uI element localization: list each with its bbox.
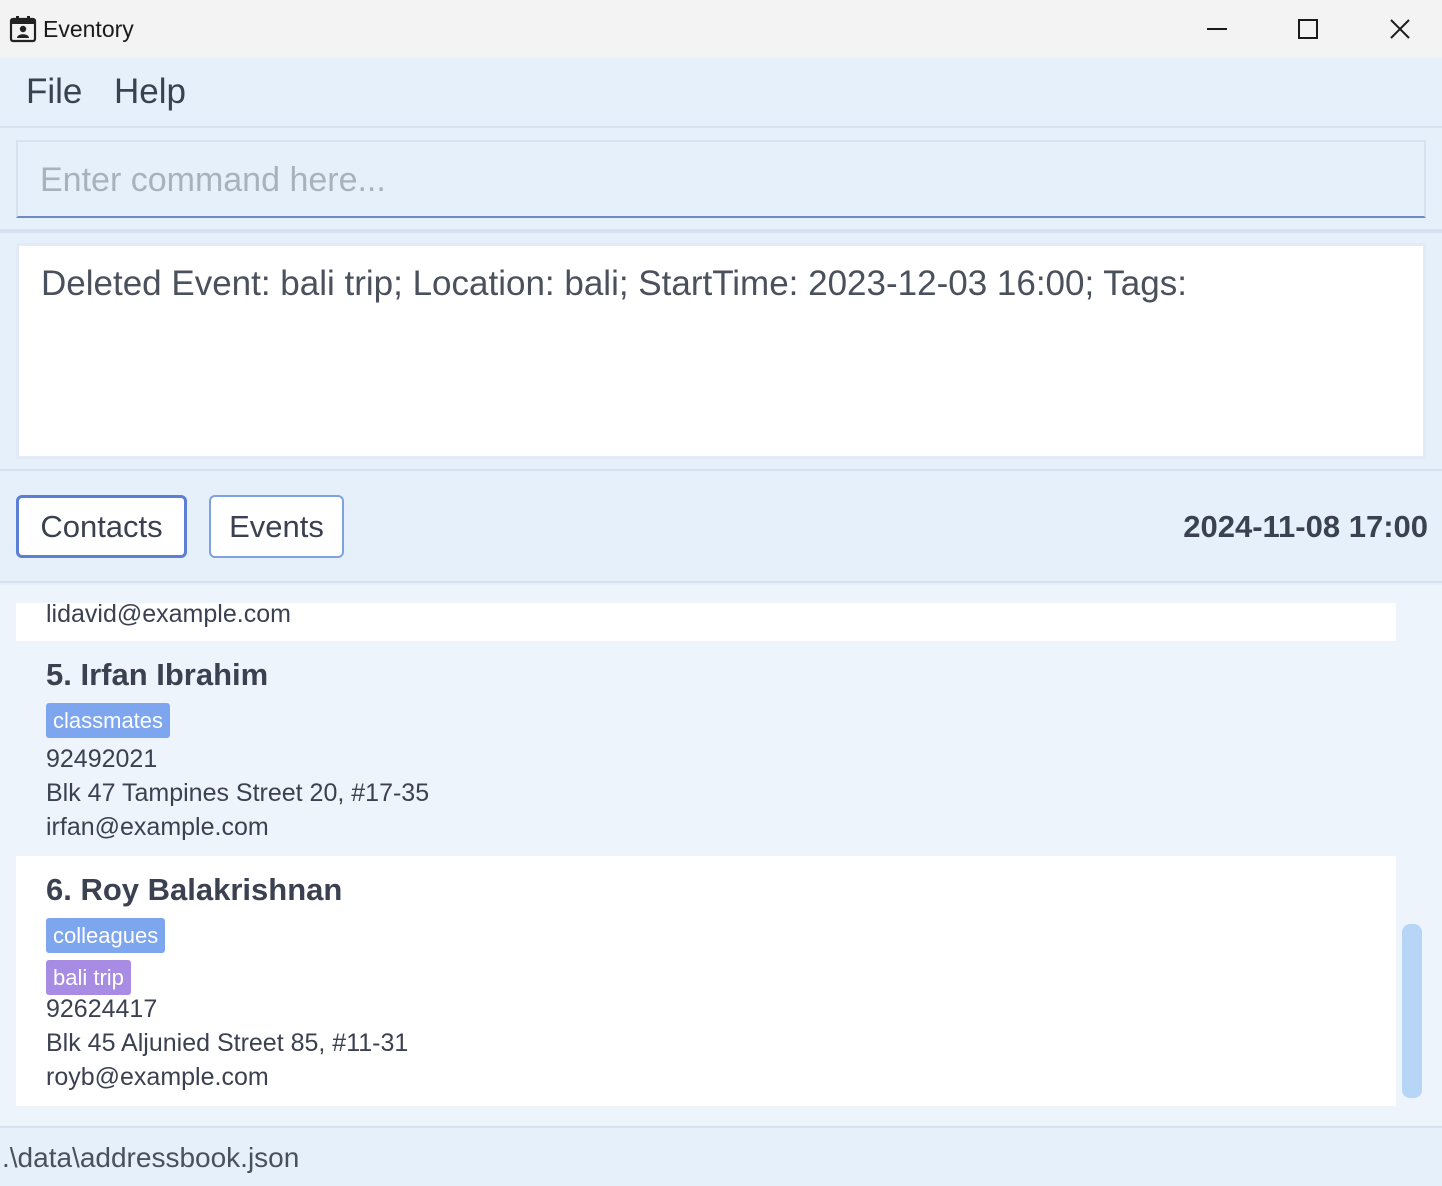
tag-badge: colleagues bbox=[46, 918, 166, 953]
list-item[interactable]: 5. Irfan Ibrahim classmates 92492021 Blk… bbox=[16, 641, 1396, 856]
minimize-icon bbox=[1207, 28, 1227, 30]
minimize-button[interactable] bbox=[1171, 0, 1263, 58]
menu-bar: File Help bbox=[0, 58, 1442, 128]
list-item[interactable]: lidavid@example.com bbox=[16, 600, 1396, 641]
contact-phone: 92624417 bbox=[46, 995, 158, 1023]
tab-contacts[interactable]: Contacts bbox=[16, 495, 187, 558]
result-display[interactable]: Deleted Event: bali trip; Location: bali… bbox=[16, 243, 1426, 459]
contact-email: lidavid@example.com bbox=[46, 600, 291, 628]
contact-list[interactable]: lidavid@example.com 5. Irfan Ibrahim cla… bbox=[0, 585, 1442, 1125]
tab-bar: Contacts Events 2024-11-08 17:00 bbox=[0, 469, 1442, 583]
tag-badge: classmates bbox=[46, 703, 171, 738]
maximize-icon bbox=[1298, 19, 1318, 39]
calendar-contact-icon bbox=[9, 16, 37, 43]
contact-name: 6. Roy Balakrishnan bbox=[46, 872, 343, 907]
list-item[interactable]: 6. Roy Balakrishnan colleagues bali trip… bbox=[16, 856, 1396, 1106]
tag-badge: bali trip bbox=[46, 960, 131, 995]
close-icon bbox=[1390, 19, 1410, 39]
menu-help[interactable]: Help bbox=[114, 72, 186, 112]
title-bar: Eventory bbox=[0, 0, 1442, 58]
contact-name: 5. Irfan Ibrahim bbox=[46, 657, 269, 692]
contact-address: Blk 47 Tampines Street 20, #17-35 bbox=[46, 779, 430, 807]
contact-address: Blk 45 Aljunied Street 85, #11-31 bbox=[46, 1029, 409, 1057]
contact-email: royb@example.com bbox=[46, 1063, 269, 1091]
window-title: Eventory bbox=[43, 16, 134, 42]
divider bbox=[0, 229, 1442, 233]
contact-email: irfan@example.com bbox=[46, 813, 269, 841]
close-button[interactable] bbox=[1354, 0, 1442, 58]
contact-phone: 92492021 bbox=[46, 745, 158, 773]
tab-events[interactable]: Events bbox=[209, 495, 344, 558]
command-box bbox=[16, 140, 1426, 218]
file-path: .\data\addressbook.json bbox=[2, 1142, 300, 1173]
status-bar: .\data\addressbook.json bbox=[0, 1126, 1442, 1186]
command-input[interactable] bbox=[40, 158, 1400, 202]
result-message: Deleted Event: bali trip; Location: bali… bbox=[41, 264, 1187, 303]
current-datetime: 2024-11-08 17:00 bbox=[1183, 509, 1428, 544]
menu-file[interactable]: File bbox=[26, 72, 82, 112]
maximize-button[interactable] bbox=[1262, 0, 1354, 58]
scrollbar-thumb[interactable] bbox=[1402, 924, 1422, 1098]
